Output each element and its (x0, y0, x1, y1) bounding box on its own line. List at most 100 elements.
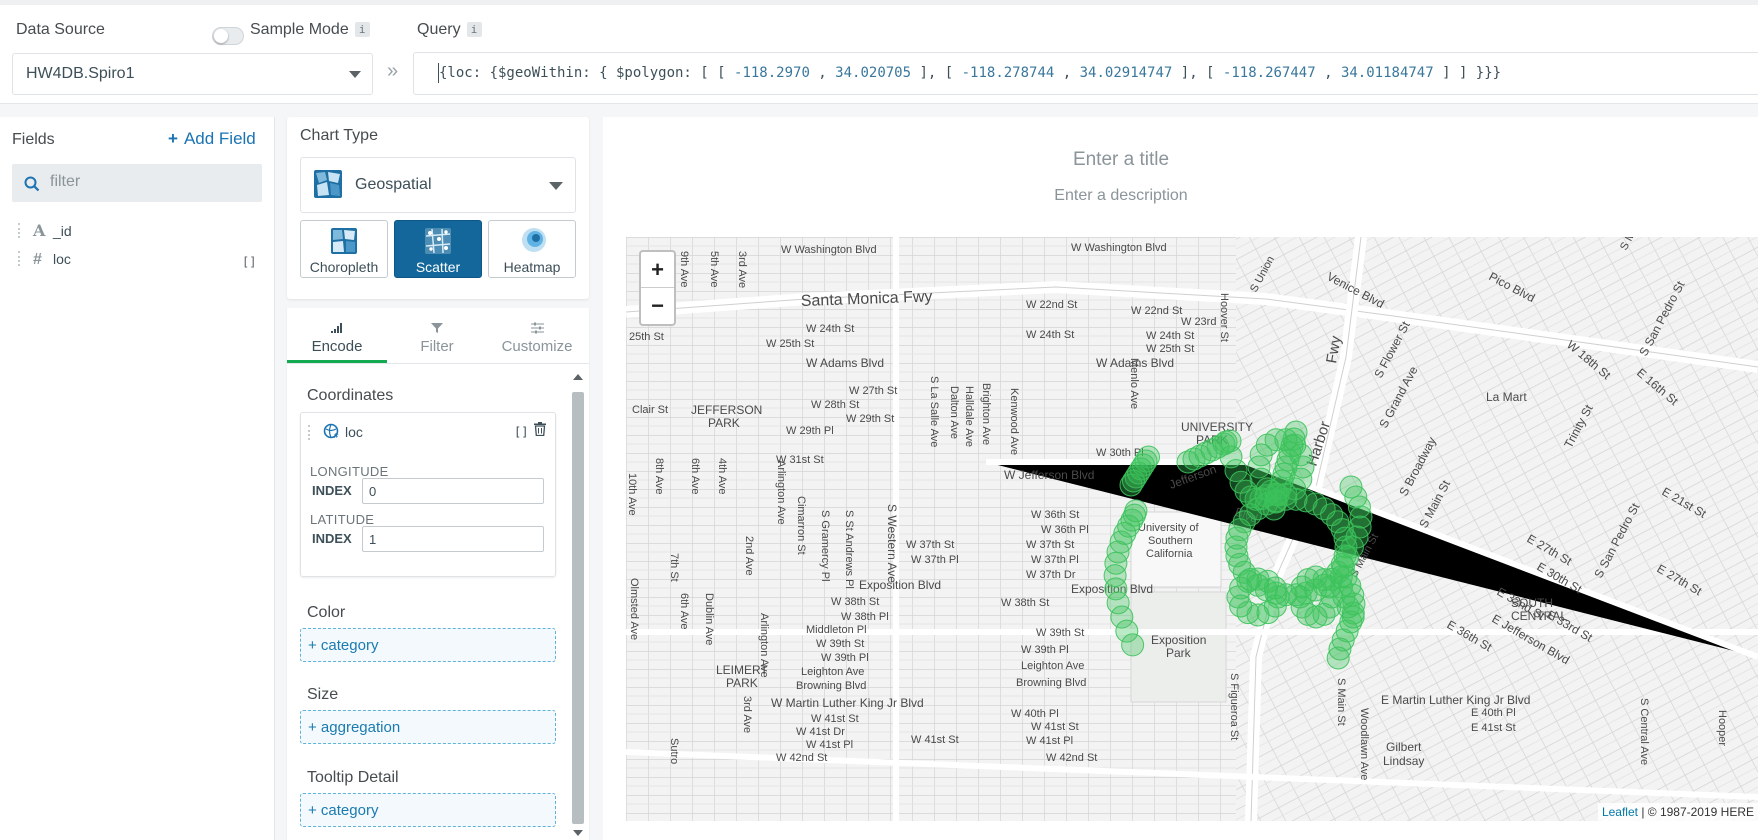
map-street-label: W Martin Luther King Jr Blvd (771, 696, 924, 710)
map-street-label: Arlington Ave (775, 460, 787, 525)
chart-type-select[interactable]: Geospatial (300, 157, 576, 213)
scatter-point[interactable] (1137, 445, 1160, 469)
map-street-label: 9th Ave (678, 251, 690, 288)
map-street-label: W 40th Pl (1011, 708, 1059, 720)
query-bar: Data Source Sample Mode i Query i HW4DB.Sp… (0, 5, 1758, 104)
add-field-button[interactable]: + Add Field (168, 129, 256, 149)
heatmap-icon (522, 228, 546, 252)
map-street-label: 3rd Ave (736, 251, 748, 288)
array-icon[interactable]: [] (242, 255, 256, 269)
tab-customize[interactable]: Customize (487, 322, 587, 355)
map-street-label: Clair St (632, 404, 668, 416)
tooltip-drop-zone[interactable]: + category (300, 793, 556, 827)
map-street-label: S Main St (1335, 678, 1347, 726)
scroll-thumb[interactable] (572, 392, 584, 824)
map-street-label: Browning Blvd (1016, 677, 1086, 689)
fields-panel: Fields +Add Field A _id # loc [] (0, 117, 275, 840)
map-street-label: Exposition Blvd (859, 578, 941, 592)
scatter-point[interactable] (1121, 633, 1145, 657)
size-title: Size (307, 686, 339, 703)
query-label: Query i (417, 21, 482, 39)
chart-title[interactable]: Enter a title (603, 149, 1639, 171)
map-street-label: PARK (708, 416, 740, 430)
scroll-up-arrow[interactable] (573, 374, 583, 380)
map-street-label: W 41st Dr (796, 726, 845, 738)
scrollbar[interactable] (570, 368, 584, 838)
data-source-value: HW4DB.Spiro1 (26, 65, 135, 82)
latitude-index-input[interactable] (362, 526, 544, 552)
map-street-label: S Figueroa St (1228, 673, 1240, 740)
map-street-label: W 25th St (766, 338, 814, 350)
drag-handle-icon[interactable] (18, 223, 25, 238)
map-street-label: Leighton Ave (1021, 660, 1084, 672)
array-icon[interactable]: [] (514, 425, 528, 439)
field-name: _id (53, 223, 72, 239)
data-source-select[interactable]: HW4DB.Spiro1 (12, 53, 373, 95)
map-street-label: W 38th St (1001, 597, 1049, 609)
longitude-index-input[interactable] (362, 478, 544, 504)
map-street-label: W 29th St (846, 413, 894, 425)
scatter-point[interactable] (1263, 576, 1287, 600)
map-street-label: W 22nd St (1131, 305, 1182, 317)
map[interactable]: W Washington Blvd W Washington Blvd Santa … (626, 237, 1758, 821)
map-street-label: W 25th St (1146, 343, 1194, 355)
map-street-label: La Mart (1486, 390, 1527, 404)
map-street-label: W 36th Pl (1041, 524, 1089, 536)
choropleth-button[interactable]: Choropleth (300, 220, 388, 278)
map-street-label: Lindsay (1383, 754, 1424, 768)
map-street-label: W 37th St (1026, 539, 1074, 551)
zoom-control: + − (639, 250, 676, 326)
svg-text:#: # (333, 432, 339, 439)
map-street-label: W 42nd St (776, 752, 827, 764)
map-canvas[interactable]: W Washington Blvd W Washington BlvdSanta … (626, 237, 1758, 821)
map-street-label: W 22nd St (1026, 299, 1077, 311)
color-drop-zone[interactable]: + category (300, 628, 556, 662)
map-street-label: Dublin Ave (703, 593, 715, 645)
map-street-label: Olmsted Ave (628, 578, 640, 640)
size-drop-zone[interactable]: + aggregation (300, 710, 556, 744)
query-text: {loc: {$geoWithin: { $polygon: [ [ -118.… (439, 65, 1502, 81)
scroll-down-arrow[interactable] (573, 830, 583, 836)
map-street-label: W Washington Blvd (781, 244, 877, 256)
map-street-label: Menlo Ave (1128, 358, 1140, 409)
leaflet-link[interactable]: Leaflet (1602, 805, 1638, 819)
trash-icon[interactable] (534, 422, 546, 436)
map-street-label: 4th Ave (716, 458, 728, 495)
map-street-label: W 24th St (806, 323, 854, 335)
tab-encode[interactable]: Encode (287, 322, 387, 355)
zoom-in-button[interactable]: + (641, 252, 674, 288)
chart-description[interactable]: Enter a description (603, 187, 1639, 205)
map-street-label: Exposition (1151, 633, 1206, 647)
info-icon[interactable]: i (354, 22, 370, 37)
map-street-label: Southern (1148, 535, 1193, 547)
field-item[interactable]: # loc (18, 251, 71, 271)
map-street-label: 5th Ave (708, 251, 720, 288)
field-item[interactable]: A _id (18, 221, 72, 241)
map-street-label: 3rd Ave (741, 696, 753, 733)
map-street-label: 7th St (668, 553, 680, 582)
info-icon[interactable]: i (466, 22, 482, 37)
map-street-label: UNIVERSITY (1181, 420, 1253, 434)
map-street-label: W 24th St (1026, 329, 1074, 341)
map-street-label: 25th St (629, 331, 664, 343)
query-input[interactable]: {loc: {$geoWithin: { $polygon: [ [ -118.… (413, 52, 1758, 95)
map-street-label: W 29th Pl (786, 425, 834, 437)
plus-icon: + (168, 129, 178, 148)
drag-handle-icon[interactable] (308, 425, 315, 440)
map-street-label: Halldale Ave (963, 386, 975, 447)
tab-filter[interactable]: Filter (387, 322, 487, 355)
heatmap-button[interactable]: Heatmap (488, 220, 576, 278)
chart-area: Enter a title Enter a description W Wash… (603, 117, 1758, 840)
map-street-label: W 23rd (1181, 316, 1216, 328)
map-street-label: Kenwood Ave (1008, 388, 1020, 455)
drag-handle-icon[interactable] (18, 251, 25, 266)
signal-bars-icon (287, 322, 387, 338)
zoom-out-button[interactable]: − (641, 288, 674, 323)
scatter-button[interactable]: Scatter (394, 220, 482, 278)
map-street-label: Leighton Ave (801, 666, 864, 678)
sample-mode-toggle[interactable] (212, 27, 244, 45)
scatter-point[interactable] (1318, 575, 1342, 599)
coordinates-field-card: # loc [] LONGITUDE INDEX LATITUDE INDEX (300, 412, 556, 577)
filter-input[interactable] (48, 172, 252, 192)
scatter-point[interactable] (1326, 646, 1350, 670)
